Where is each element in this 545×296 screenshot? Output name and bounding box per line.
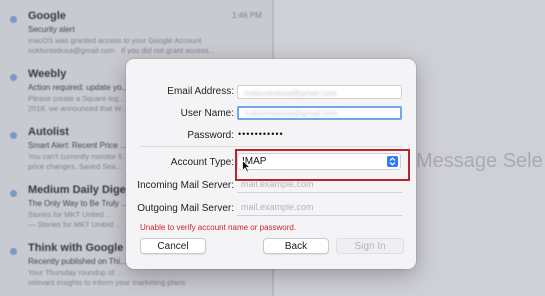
outgoing-server-placeholder: mail.example.com: [241, 202, 314, 212]
back-button[interactable]: Back: [263, 238, 329, 254]
username-field[interactable]: noktuntedusa@gmail.com: [237, 106, 402, 120]
password-label: Password:: [187, 130, 234, 141]
incoming-server-label: Incoming Mail Server:: [137, 180, 234, 191]
email-value: noktuntedusa@gmail.com: [244, 89, 337, 98]
error-message: Unable to verify account name or passwor…: [140, 223, 297, 232]
incoming-server-input[interactable]: mail.example.com: [237, 179, 402, 193]
username-label: User Name:: [180, 108, 234, 119]
mouse-cursor-icon: [242, 160, 251, 173]
outgoing-server-label: Outgoing Mail Server:: [137, 203, 234, 214]
incoming-server-placeholder: mail.example.com: [241, 179, 314, 189]
password-field[interactable]: •••••••••••: [238, 129, 284, 139]
section-divider: [140, 146, 402, 147]
sign-in-button[interactable]: Sign In: [336, 238, 404, 254]
outgoing-server-input[interactable]: mail.example.com: [237, 202, 402, 216]
account-type-label: Account Type:: [170, 157, 234, 168]
username-value: noktuntedusa@gmail.com: [245, 109, 338, 118]
cancel-button[interactable]: Cancel: [140, 238, 206, 254]
add-account-dialog: Email Address: noktuntedusa@gmail.com Us…: [126, 59, 416, 269]
annotation-highlight-box: [235, 149, 410, 181]
email-field[interactable]: noktuntedusa@gmail.com: [237, 85, 402, 99]
email-label: Email Address:: [167, 86, 234, 97]
